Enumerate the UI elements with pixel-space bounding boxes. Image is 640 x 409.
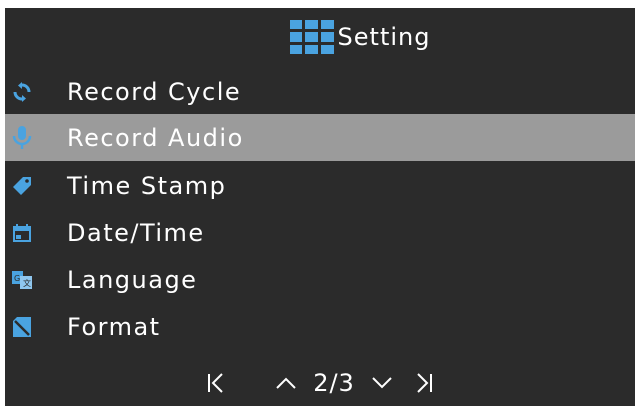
menu-item-format[interactable]: Format [5,303,635,350]
language-icon: G 文 [12,270,32,290]
page-up-icon[interactable] [271,368,301,398]
pagination-bar: 2/3 [5,360,635,406]
menu-item-record-cycle[interactable]: Record Cycle [5,68,635,115]
page-down-icon[interactable] [367,368,397,398]
svg-text:文: 文 [23,278,31,288]
menu-item-date-time[interactable]: Date/Time [5,209,635,256]
menu-item-label: Record Cycle [67,77,242,106]
first-page-icon[interactable] [201,368,231,398]
menu-item-label: Time Stamp [67,171,227,200]
cycle-icon [12,81,32,102]
page-title: Setting [337,23,431,51]
menu-item-record-audio[interactable]: Record Audio [5,114,635,161]
microphone-icon [12,125,32,149]
menu-item-label: Record Audio [67,123,244,152]
last-page-icon[interactable] [409,368,439,398]
svg-text:G: G [14,274,20,283]
page-indicator: 2/3 [313,369,355,397]
menu-item-label: Date/Time [67,218,205,247]
calendar-icon [12,223,32,243]
grid-menu-icon [289,20,334,54]
tag-icon [12,176,32,196]
sd-card-icon [12,316,32,337]
menu-item-language[interactable]: G 文 Language [5,256,635,303]
settings-screen: Setting Record Cycle Record Audio Time S… [5,8,635,406]
menu-item-time-stamp[interactable]: Time Stamp [5,162,635,209]
header: Setting [5,8,635,66]
menu-item-label: Language [67,265,198,294]
menu-item-label: Format [67,312,161,341]
